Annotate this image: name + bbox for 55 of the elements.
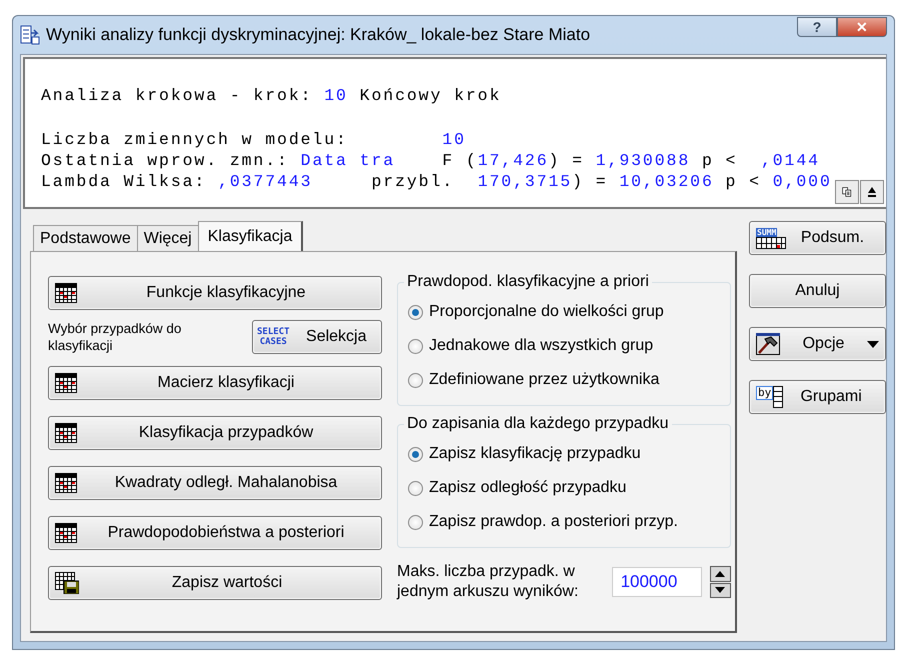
- radio-option[interactable]: Proporcjonalne do wielkości grup: [408, 295, 722, 329]
- tab[interactable]: Więcej: [136, 225, 199, 251]
- output-line: Liczba zmiennych w modelu: 10: [41, 129, 467, 150]
- radio-option[interactable]: Zdefiniowane przez użytkownika: [408, 363, 722, 397]
- group-title: Do zapisania dla każdego przypadku: [404, 415, 672, 433]
- radio-option[interactable]: Jednakowe dla wszystkich grup: [408, 329, 722, 363]
- window-title: Wyniki analizy funkcji dyskryminacyjnej: Kraków_ lokale-bez Stare Miato: [46, 25, 592, 45]
- radio-button[interactable]: [408, 304, 423, 320]
- tab[interactable]: Klasyfikacja: [198, 221, 304, 251]
- radio-option[interactable]: Zapisz odległość przypadku: [408, 471, 722, 505]
- spinner[interactable]: [710, 566, 731, 598]
- action-button[interactable]: Klasyfikacja przypadków: [48, 416, 382, 450]
- output-line: Lambda Wilksa: ,0377443 przybl. 170,3715) = 10,03206 p < 0,000: [41, 171, 833, 192]
- side-button[interactable]: SUMM Podsum.: [749, 221, 886, 255]
- radio-button[interactable]: [408, 446, 423, 462]
- output-line: Analiza krokowa - krok: 10 Końcowy krok: [41, 85, 502, 106]
- grid-icon: [55, 473, 77, 493]
- action-button[interactable]: Macierz klasyfikacji: [48, 366, 382, 400]
- selection-label: Wybór przypadków do klasyfikacji: [48, 320, 182, 354]
- group-title: Prawdopod. klasyfikacyjne a priori: [404, 273, 652, 291]
- radio-option[interactable]: Zapisz prawdop. a posteriori przyp.: [408, 505, 722, 539]
- help-button[interactable]: ?: [797, 17, 837, 37]
- action-button[interactable]: Prawdopodobieństwa a posteriori: [48, 516, 382, 550]
- hammer-icon: [756, 333, 780, 355]
- action-button[interactable]: Funkcje klasyfikacyjne: [48, 276, 382, 310]
- radio-button[interactable]: [408, 372, 423, 388]
- app-icon: [20, 25, 40, 45]
- radio-button[interactable]: [408, 480, 423, 496]
- max-cases-label: Maks. liczba przypadk. w jednym arkuszu wyników:: [397, 562, 580, 602]
- radio-option[interactable]: Zapisz klasyfikację przypadku: [408, 437, 722, 471]
- dropdown-icon: [867, 340, 879, 348]
- radio-button[interactable]: [408, 514, 423, 530]
- copy-button[interactable]: [835, 180, 859, 204]
- select-cases-icon-text: SELECT CASES: [257, 327, 290, 347]
- selection-button[interactable]: SELECT CASES Selekcja: [252, 320, 382, 354]
- arrow-up-icon: [867, 186, 877, 198]
- side-button[interactable]: by Grupami: [749, 380, 886, 414]
- collapse-button[interactable]: [860, 180, 884, 204]
- by-icon-text: by: [756, 386, 774, 400]
- side-button[interactable]: Opcje: [749, 327, 886, 361]
- grid-icon: [55, 423, 77, 443]
- tab[interactable]: Podstawowe: [33, 225, 138, 251]
- save-button[interactable]: Zapisz wartości: [48, 566, 382, 600]
- side-button[interactable]: Anuluj: [749, 274, 886, 308]
- grid-icon: [773, 386, 784, 408]
- grid-icon: [55, 373, 77, 393]
- grid-icon: [55, 523, 77, 543]
- grid-disk-icon: [55, 572, 79, 594]
- output-line: Ostatnia wprow. zmn.: Data tra F (17,426) = 1,930088 p < ,0144: [41, 150, 821, 171]
- max-cases-field[interactable]: 100000: [612, 567, 702, 597]
- radio-button[interactable]: [408, 338, 423, 354]
- action-button[interactable]: Kwadraty odległ. Mahalanobisa: [48, 466, 382, 500]
- grid-icon: [756, 236, 786, 248]
- summary-icon-text: SUMM: [756, 228, 778, 236]
- grid-icon: [55, 283, 77, 303]
